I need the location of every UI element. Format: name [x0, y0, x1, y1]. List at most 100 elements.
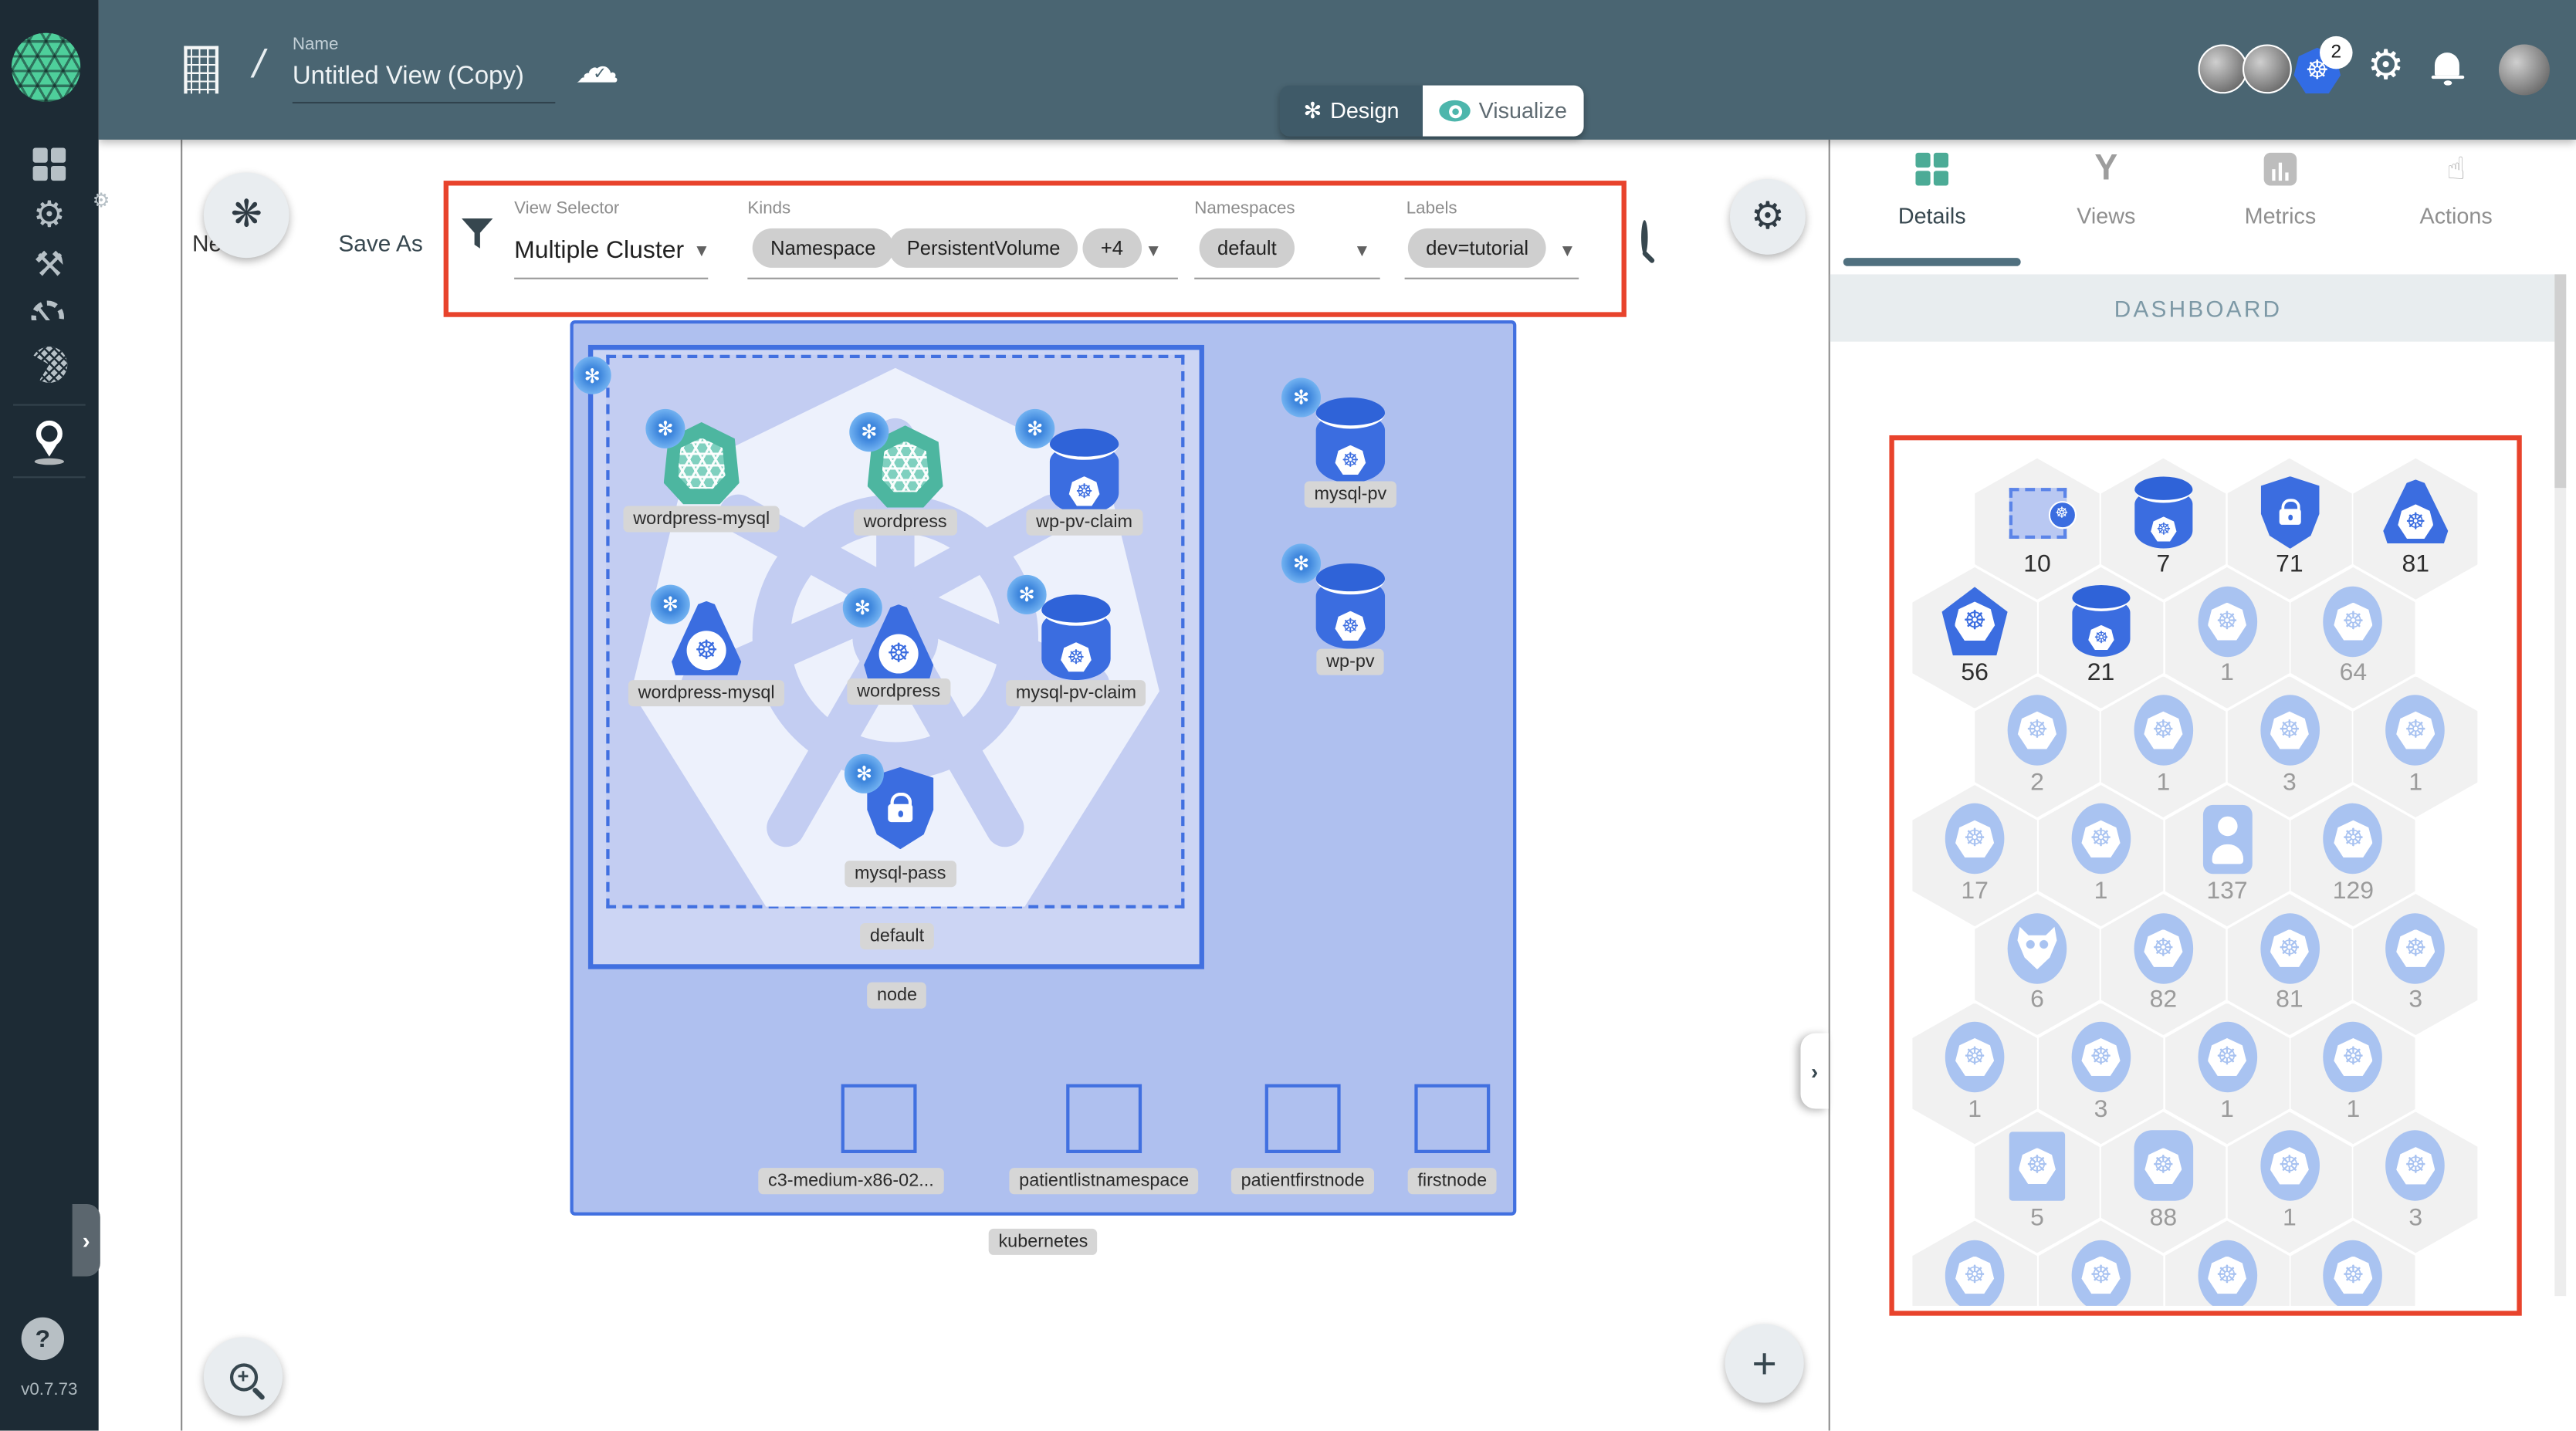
extensions-pie-icon — [31, 347, 68, 383]
operator-spiral-badge: ✻ — [645, 408, 685, 448]
service-icon: ☸ — [2383, 479, 2449, 544]
k8s-resource-icon: ☸ — [2197, 586, 2257, 657]
k8s-resource-icon: ☸ — [2007, 695, 2067, 766]
add-component-button[interactable]: + — [1725, 1324, 1804, 1403]
operator-spiral-badge: ✻ — [844, 753, 884, 793]
canvas-node-label: wp-pv — [1316, 648, 1385, 675]
settings-gear-icon[interactable]: ⚙ — [2368, 41, 2405, 89]
zoom-in-icon — [228, 1362, 258, 1391]
k8s-resource-icon: ☸ — [2197, 1021, 2257, 1093]
tab-views[interactable]: Y Views — [2033, 148, 2181, 228]
tab-visualize[interactable]: Visualize — [1423, 85, 1584, 137]
machine-node-c3-medium-x86-02...[interactable] — [841, 1084, 917, 1153]
collaborator-avatar[interactable] — [2198, 44, 2248, 94]
volume-cylinder-icon: ☸ — [1315, 563, 1386, 649]
pod-icon: ☸ — [1941, 587, 2008, 656]
machine-node-label: patientlistnamespace — [1009, 1168, 1199, 1195]
help-button[interactable]: ? — [21, 1317, 64, 1361]
hex-count: 137 — [2206, 877, 2248, 905]
sidebar-item-dashboard[interactable] — [0, 147, 99, 181]
kind-chip-more[interactable]: +4 — [1082, 228, 1142, 268]
zoom-in-button[interactable] — [203, 1337, 283, 1416]
hex-count: 7 — [2156, 550, 2171, 579]
kind-chip-namespace[interactable]: Namespace — [752, 228, 894, 268]
gear-icon: ⚙ — [1750, 195, 1785, 238]
view-selector-underline — [514, 277, 709, 280]
k8s-resource-icon: ☸ — [2071, 803, 2131, 875]
view-selector-value[interactable]: Multiple Cluster — [514, 236, 684, 264]
namespaces-caret-icon[interactable]: ▼ — [1357, 243, 1367, 258]
hex-count: 71 — [2276, 550, 2304, 579]
tab-design[interactable]: ✻ Design — [1279, 85, 1423, 137]
meshery-logo[interactable] — [11, 32, 81, 102]
hex-count: 1 — [2282, 1203, 2297, 1232]
canvas-settings-button[interactable]: ⚙ — [1729, 178, 1806, 255]
tab-actions[interactable]: ☝ Actions — [2382, 150, 2530, 228]
search-icon — [1641, 220, 1648, 255]
machine-node-label: patientfirstnode — [1230, 1168, 1375, 1195]
k8s-square-icon: ☸ — [2009, 1131, 2066, 1201]
canvas-node-label: wordpress — [847, 678, 950, 705]
namespaces-label: Namespaces — [1194, 198, 1295, 219]
k8s-resource-icon: ☸ — [2324, 1239, 2383, 1306]
node-operator-spiral-badge[interactable]: ✻ — [573, 356, 611, 394]
panel-scrollbar-thumb[interactable] — [2554, 274, 2567, 489]
breadcrumb-separator: / — [248, 42, 269, 87]
sidebar-item-configuration[interactable]: ⚒ — [0, 245, 99, 284]
kinds-label: Kinds — [747, 198, 791, 219]
tab-details[interactable]: Details — [1858, 150, 2006, 228]
machine-node-patientlistnamespace[interactable] — [1066, 1084, 1142, 1153]
sidebar-item-extensions[interactable] — [0, 347, 99, 383]
floating-component-button[interactable]: ❋ — [203, 172, 289, 259]
tab-metrics[interactable]: Metrics — [2206, 150, 2354, 228]
canvas-node-label: mysql-pv — [1304, 481, 1396, 508]
namespace-chip-default[interactable]: default — [1199, 228, 1295, 268]
view-name-input[interactable] — [292, 59, 556, 104]
labels-caret-icon[interactable]: ▼ — [1562, 243, 1572, 258]
panel-collapse-handle[interactable]: › — [1800, 1033, 1829, 1109]
k8s-resource-icon: ☸ — [2324, 803, 2383, 875]
kind-chip-persistentvolume[interactable]: PersistentVolume — [889, 228, 1078, 268]
view-selector-caret-icon[interactable]: ▼ — [696, 243, 706, 258]
sidebar-expand-button[interactable]: › — [72, 1203, 100, 1277]
k8s-resource-icon: ☸ — [2385, 912, 2446, 984]
hex-count: 81 — [2402, 550, 2430, 579]
save-as-label[interactable]: Save As — [338, 230, 422, 256]
hex-count: 21 — [2087, 659, 2115, 688]
label-chip-dev-tutorial[interactable]: dev=tutorial — [1407, 228, 1547, 268]
views-branch-icon: Y — [2094, 148, 2118, 188]
sidebar-item-lifecycle[interactable]: ⚙ — [0, 189, 110, 237]
hex-count: 1 — [2094, 877, 2108, 905]
machine-node-patientfirstnode[interactable] — [1264, 1084, 1341, 1153]
mode-toggle: ✻ Design Visualize — [1279, 85, 1584, 137]
hex-count: 1 — [2346, 1094, 2361, 1123]
namespace-icon: ☸ — [2008, 487, 2076, 538]
volume-cylinder-icon: ☸ — [1049, 428, 1119, 515]
resource-hex-grid: ☸ 10 ☸ 7 71 ☸ 81 ☸ 56 ☸ 21 ☸ 1 ☸ 64 ☸ 2 ☸ 1 ☸ 3 ☸ 1 ☸ 17 ☸ 1 137 ☸ 12… — [1891, 435, 2514, 1306]
hex-count: 1 — [2408, 768, 2423, 797]
canvas-node-label: wp-pv-claim — [1026, 509, 1142, 536]
daemonset-icon — [2007, 912, 2067, 984]
hex-count: 1 — [2220, 1094, 2234, 1123]
sidebar-item-connections[interactable] — [0, 420, 99, 447]
hex-count: 3 — [2408, 986, 2423, 1014]
machine-node-firstnode[interactable] — [1414, 1084, 1491, 1153]
k8s-resource-icon: ☸ — [2134, 912, 2193, 984]
user-avatar[interactable] — [2498, 44, 2550, 96]
hex-count: 1 — [2220, 659, 2234, 688]
hex-count: 3 — [2408, 1203, 2423, 1232]
active-tab-underline — [1843, 258, 2021, 266]
dashboard-grid-icon — [32, 147, 66, 181]
collaborator-avatar[interactable] — [2242, 44, 2292, 94]
organization-icon[interactable] — [184, 46, 219, 94]
hex-count: 5 — [2030, 1203, 2044, 1232]
kinds-caret-icon[interactable]: ▼ — [1149, 243, 1159, 258]
namespaces-underline — [1194, 277, 1380, 280]
k8s-resource-icon: ☸ — [2324, 1021, 2383, 1093]
filter-funnel-icon — [462, 218, 493, 249]
search-button[interactable] — [1641, 220, 1648, 255]
notifications-bell-icon[interactable] — [2430, 52, 2464, 80]
sidebar-item-performance[interactable] — [0, 299, 99, 320]
design-spiral-icon: ✻ — [1303, 97, 1322, 124]
hex-count: 6 — [2030, 986, 2044, 1014]
